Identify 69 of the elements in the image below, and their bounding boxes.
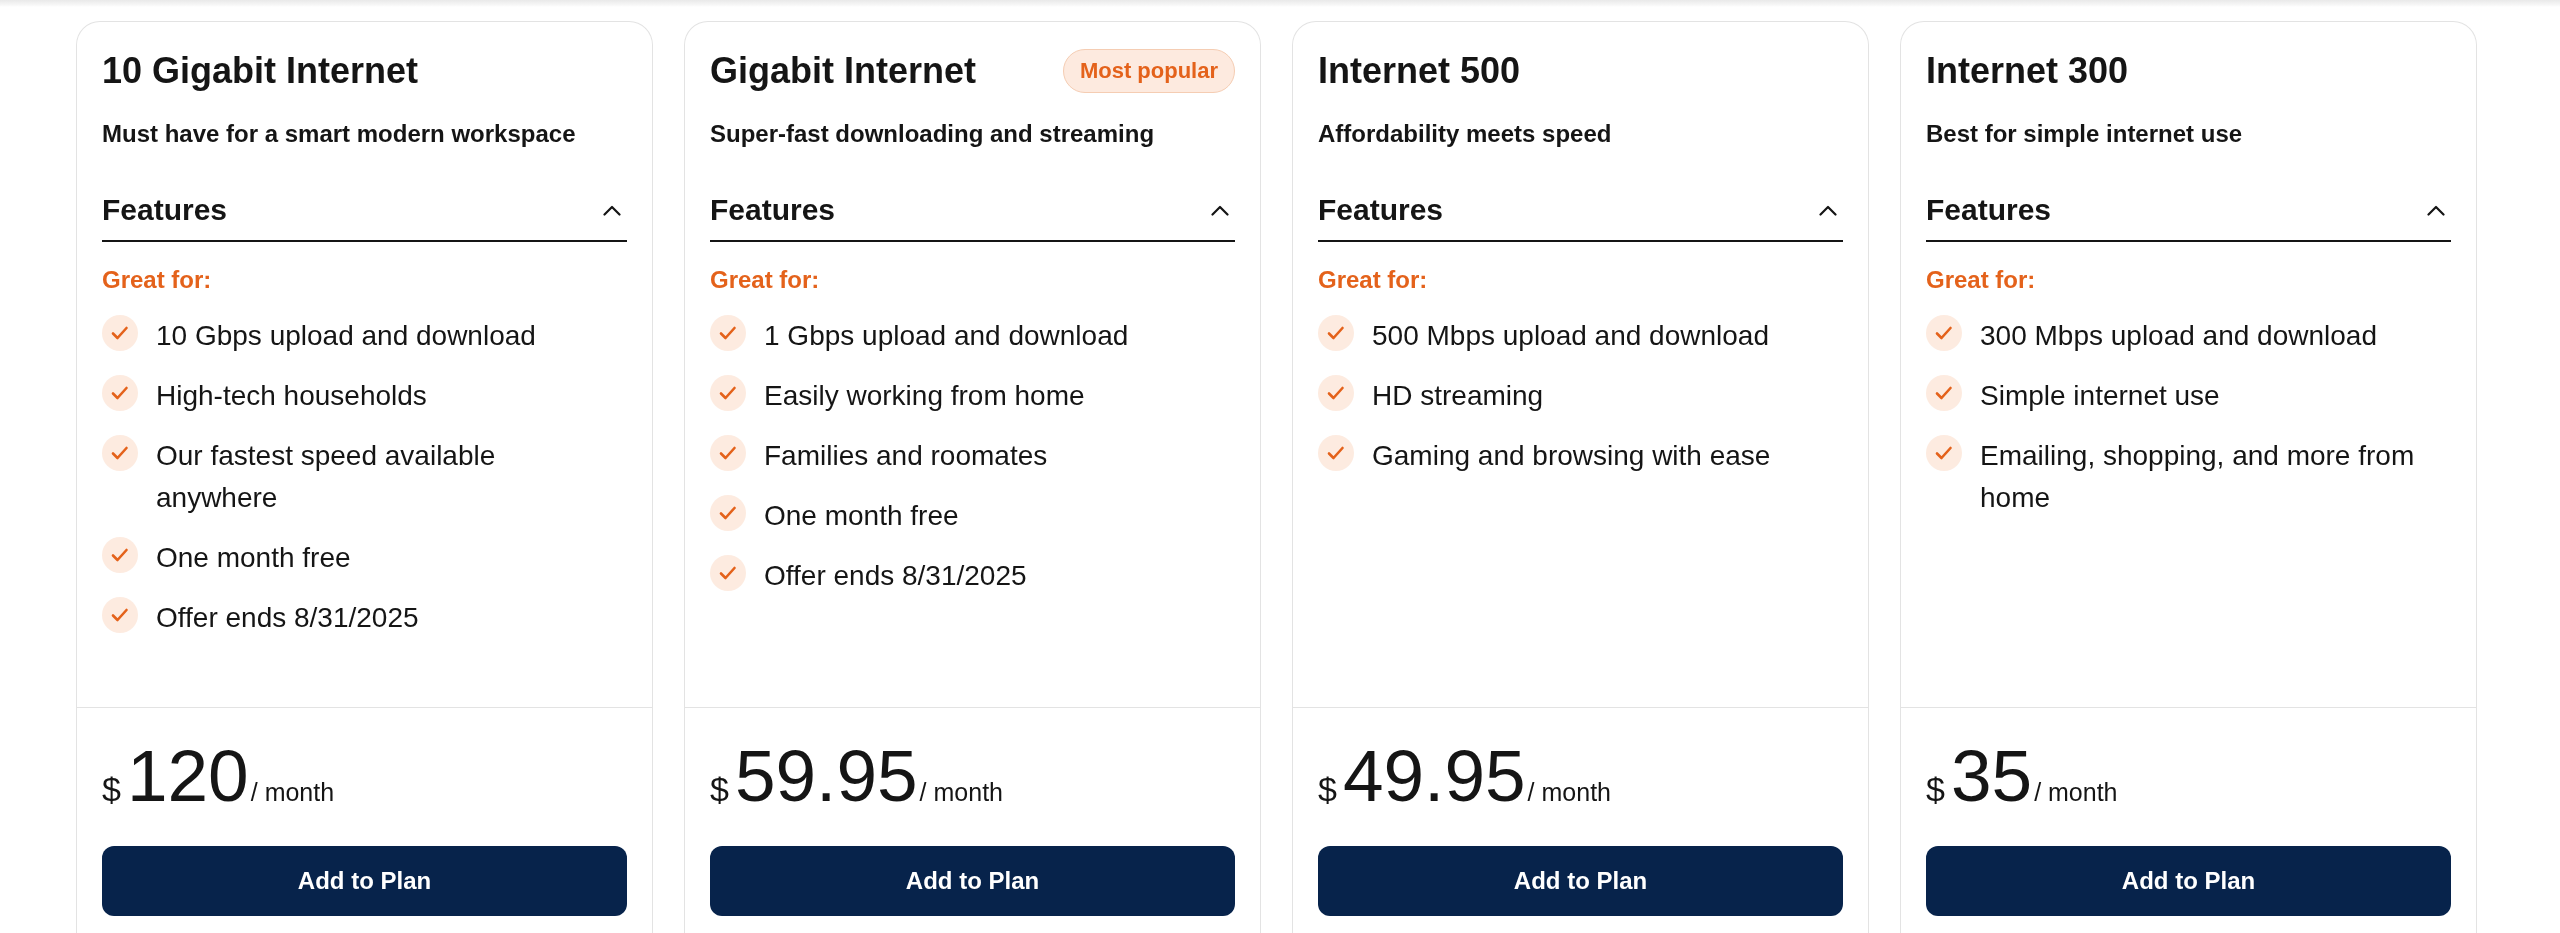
features-toggle[interactable]: Features	[1318, 192, 1843, 242]
add-to-plan-button[interactable]: Add to Plan	[1926, 846, 2451, 916]
price-amount: 35	[1950, 739, 2033, 813]
check-icon	[102, 315, 138, 351]
add-to-plan-button[interactable]: Add to Plan	[102, 846, 627, 916]
feature-text: Offer ends 8/31/2025	[156, 601, 419, 635]
price-amount: 59.95	[734, 739, 918, 813]
feature-text: 1 Gbps upload and download	[764, 319, 1129, 353]
features-heading: Great for:	[710, 265, 821, 295]
plan-tagline: Super-fast downloading and streaming	[710, 120, 1156, 148]
plan-tagline: Must have for a smart modern workspace	[102, 120, 577, 148]
check-icon	[710, 375, 746, 411]
price-period: / month	[2034, 778, 2118, 807]
popular-badge: Most popular	[1062, 49, 1235, 93]
check-icon	[1318, 435, 1354, 471]
feature-text: Our fastest speed available anywhere	[156, 439, 497, 515]
features-toggle[interactable]: Features	[1926, 192, 2451, 242]
plan-title: 10 Gigabit Internet	[102, 49, 419, 93]
feature-text: 500 Mbps upload and download	[1372, 319, 1769, 353]
plan-title: Internet 300	[1926, 49, 2129, 93]
check-icon	[710, 555, 746, 591]
check-icon	[710, 315, 746, 351]
check-icon	[1926, 375, 1962, 411]
check-icon	[102, 435, 138, 471]
check-icon	[102, 537, 138, 573]
feature-text: Simple internet use	[1980, 379, 2220, 413]
check-icon	[1318, 315, 1354, 351]
plan-title: Internet 500	[1318, 49, 1521, 93]
check-icon	[1318, 375, 1354, 411]
feature-text: Families and roomates	[764, 439, 1048, 473]
chevron-up-icon	[1211, 204, 1229, 216]
currency-symbol: $	[1318, 770, 1337, 809]
check-icon	[1926, 315, 1962, 351]
price-amount: 49.95	[1342, 739, 1526, 813]
feature-text: One month free	[764, 499, 959, 533]
currency-symbol: $	[710, 770, 729, 809]
check-icon	[710, 495, 746, 531]
features-heading: Great for:	[1926, 265, 2037, 295]
chevron-up-icon	[1819, 204, 1837, 216]
price-period: / month	[1527, 778, 1611, 807]
plan-title: Gigabit Internet	[710, 49, 976, 93]
plan-tagline: Affordability meets speed	[1318, 120, 1613, 148]
currency-symbol: $	[102, 770, 121, 809]
plan-tagline: Best for simple internet use	[1926, 120, 2244, 148]
feature-text: Emailing, shopping, and more from home	[1980, 439, 2416, 515]
features-heading: Great for:	[1318, 265, 1429, 295]
feature-text: Gaming and browsing with ease	[1372, 439, 1771, 473]
features-toggle[interactable]: Features	[710, 192, 1235, 242]
price-amount: 120	[126, 739, 249, 813]
check-icon	[710, 435, 746, 471]
feature-text: HD streaming	[1372, 379, 1544, 413]
feature-text: Easily working from home	[764, 379, 1085, 413]
features-heading: Great for:	[102, 265, 213, 295]
chevron-up-icon	[2427, 204, 2445, 216]
feature-text: High-tech households	[156, 379, 427, 413]
features-toggle[interactable]: Features	[102, 192, 627, 242]
chevron-up-icon	[603, 204, 621, 216]
check-icon	[1926, 435, 1962, 471]
check-icon	[102, 375, 138, 411]
price-period: / month	[919, 778, 1003, 807]
price-period: / month	[250, 778, 335, 807]
currency-symbol: $	[1926, 770, 1945, 809]
feature-text: Offer ends 8/31/2025	[764, 559, 1027, 593]
add-to-plan-button[interactable]: Add to Plan	[710, 846, 1235, 916]
add-to-plan-button[interactable]: Add to Plan	[1318, 846, 1843, 916]
check-icon	[102, 597, 138, 633]
feature-text: 10 Gbps upload and download	[156, 319, 536, 353]
feature-text: 300 Mbps upload and download	[1980, 319, 2377, 353]
feature-text: One month free	[156, 541, 351, 575]
